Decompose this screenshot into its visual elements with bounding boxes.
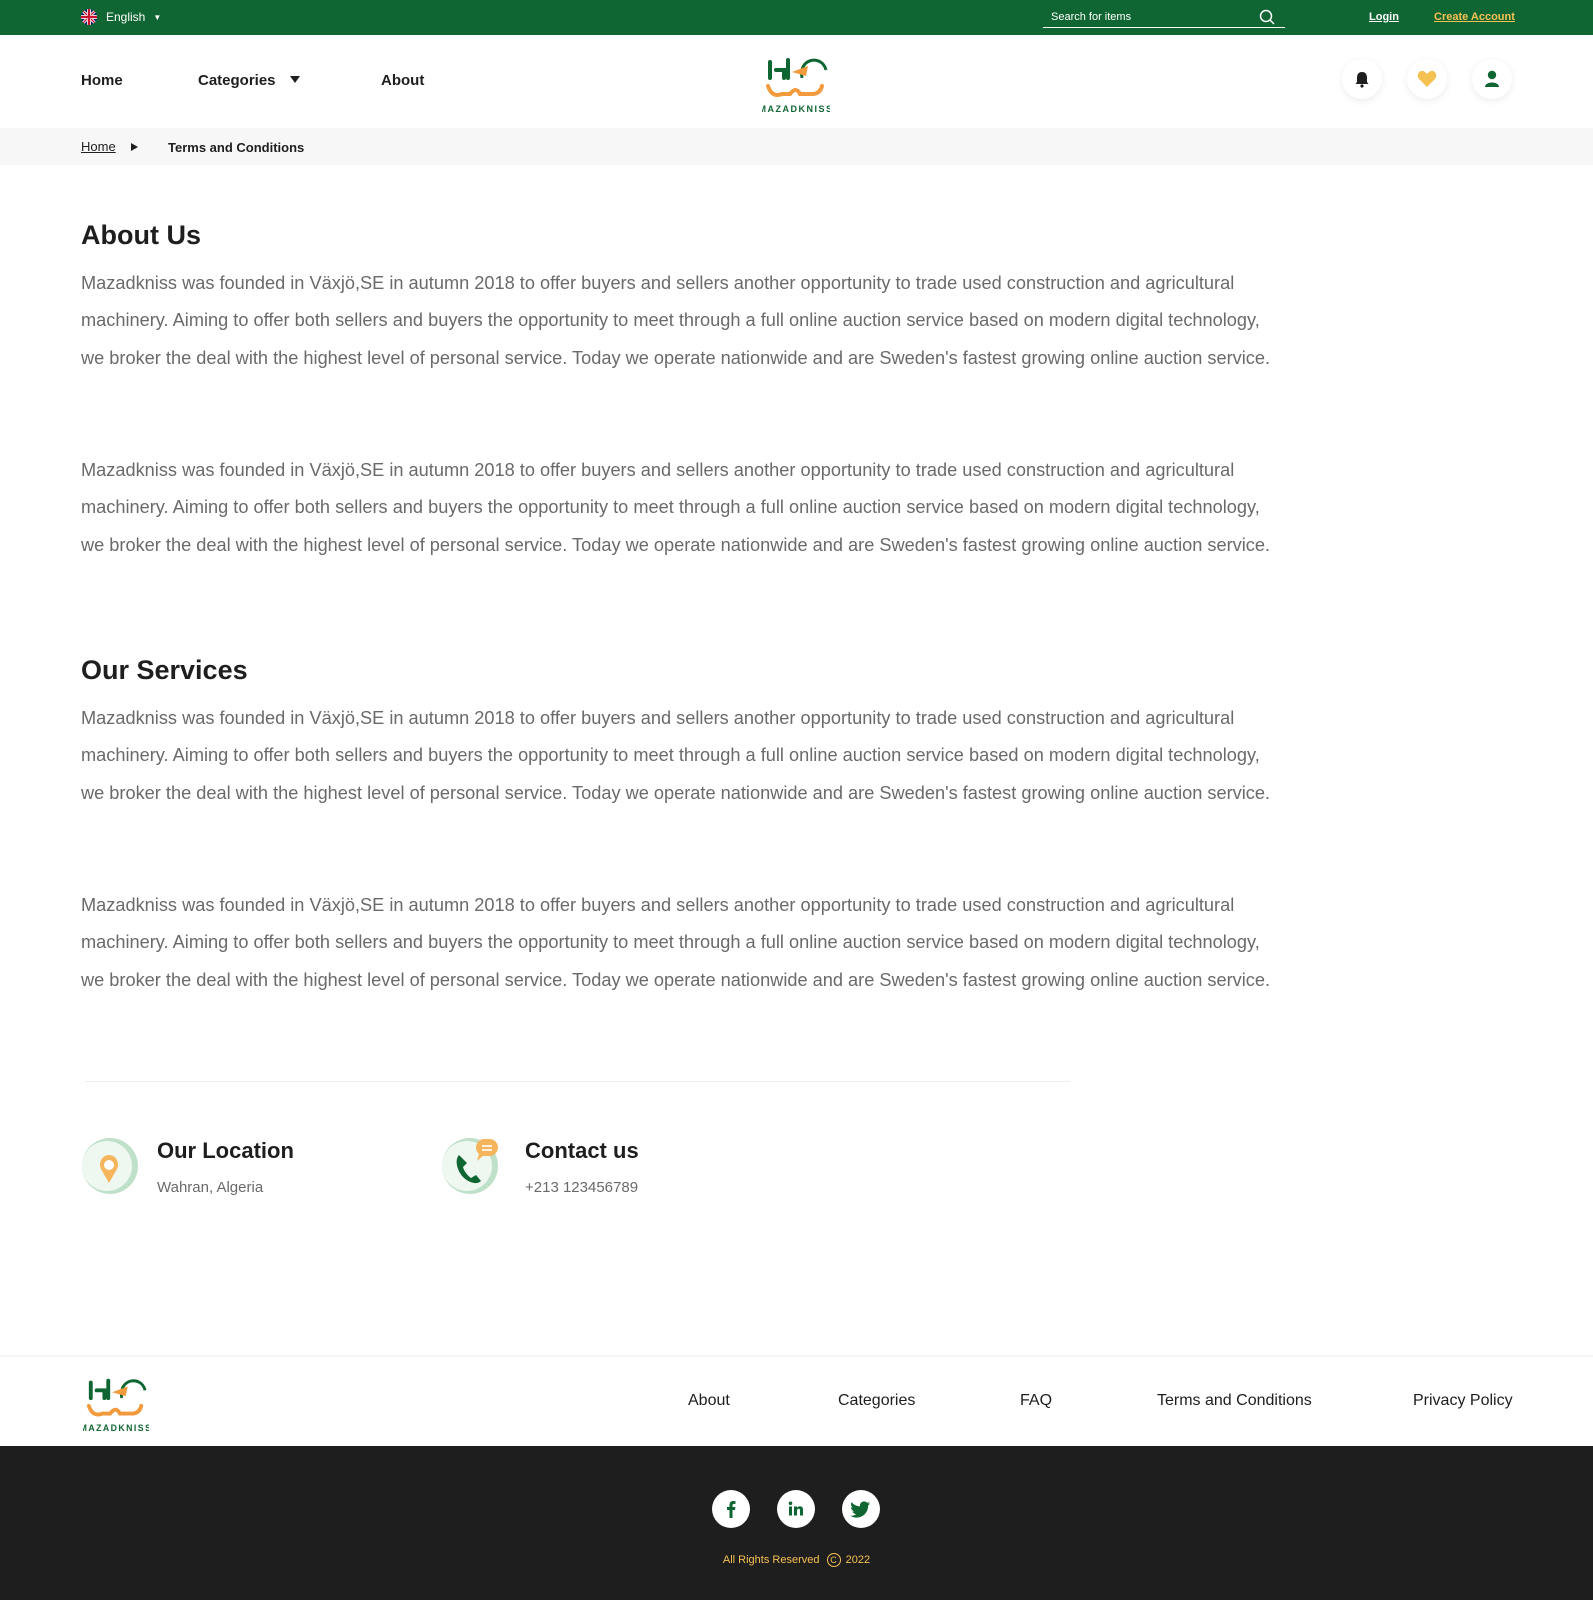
about-us-paragraph: Mazadkniss was founded in Växjö,SE in au…	[81, 460, 1271, 555]
user-icon	[1485, 70, 1499, 87]
footer-link-categories[interactable]: Categories	[838, 1392, 915, 1410]
our-services-paragraph: Mazadkniss was founded in Växjö,SE in au…	[81, 895, 1271, 990]
logo[interactable]: MAZADKNISS	[762, 48, 830, 114]
about-us-paragraph: Mazadkniss was founded in Växjö,SE in au…	[81, 273, 1271, 368]
heart-icon	[1417, 70, 1437, 87]
linkedin-icon	[788, 1501, 803, 1516]
copyright: All Rights Reserved C 2022	[0, 1553, 1593, 1567]
account-button[interactable]	[1472, 59, 1512, 99]
uk-flag-icon	[81, 9, 97, 25]
phone-chat-icon	[442, 1138, 498, 1194]
top-bar: English ▼ Login Create Account	[0, 0, 1593, 35]
location-pin-icon	[82, 1138, 138, 1194]
footer-link-privacy[interactable]: Privacy Policy	[1413, 1392, 1513, 1410]
favorites-button[interactable]	[1407, 59, 1447, 99]
rights-text: All Rights Reserved	[722, 1553, 820, 1566]
our-services-paragraph: Mazadkniss was founded in Växjö,SE in au…	[81, 708, 1271, 803]
create-account-link[interactable]: Create Account	[1434, 11, 1515, 23]
contact-value: +213 123456789	[525, 1179, 639, 1196]
divider	[85, 1081, 1070, 1082]
footer: MAZADKNISS About Categories FAQ Terms an…	[0, 1357, 1593, 1446]
twitter-button[interactable]	[842, 1490, 880, 1528]
nav-categories[interactable]: Categories	[198, 72, 276, 89]
notifications-button[interactable]	[1342, 59, 1382, 99]
breadcrumb-current: Terms and Conditions	[168, 140, 305, 155]
location-title: Our Location	[157, 1138, 294, 1163]
bell-icon	[1355, 72, 1369, 88]
facebook-icon	[727, 1501, 736, 1518]
search-icon[interactable]	[1259, 9, 1275, 25]
language-label: English	[106, 10, 146, 24]
svg-text:MAZADKNISS: MAZADKNISS	[83, 1423, 149, 1433]
our-services-title: Our Services	[81, 655, 248, 685]
about-us-title: About Us	[81, 220, 201, 250]
breadcrumb-home[interactable]: Home	[81, 139, 116, 154]
login-link[interactable]: Login	[1369, 11, 1399, 23]
language-selector[interactable]: English ▼	[81, 9, 161, 25]
breadcrumb: Home Terms and Conditions	[0, 128, 1593, 165]
chevron-down-icon[interactable]	[289, 73, 301, 85]
copyright-year: 2022	[845, 1553, 871, 1566]
twitter-icon	[850, 1501, 870, 1518]
footer-logo[interactable]: MAZADKNISS	[83, 1369, 149, 1433]
nav-about[interactable]: About	[381, 72, 424, 89]
chevron-down-icon: ▼	[153, 12, 162, 22]
contact-title: Contact us	[525, 1138, 639, 1163]
search-box	[1043, 8, 1285, 28]
linkedin-button[interactable]	[777, 1490, 815, 1528]
footer-link-terms[interactable]: Terms and Conditions	[1157, 1392, 1312, 1410]
copyright-icon: C	[826, 1553, 841, 1567]
nav-home[interactable]: Home	[81, 72, 123, 89]
footer-link-about[interactable]: About	[688, 1392, 730, 1410]
location-value: Wahran, Algeria	[157, 1179, 264, 1196]
search-input[interactable]	[1051, 8, 1251, 26]
footer-link-faq[interactable]: FAQ	[1020, 1392, 1052, 1410]
svg-text:MAZADKNISS: MAZADKNISS	[762, 104, 830, 114]
chevron-right-icon	[131, 143, 138, 151]
main-nav: Home Categories About MAZADKNISS	[0, 35, 1593, 128]
bottom-bar: All Rights Reserved C 2022	[0, 1446, 1593, 1600]
facebook-button[interactable]	[712, 1490, 750, 1528]
